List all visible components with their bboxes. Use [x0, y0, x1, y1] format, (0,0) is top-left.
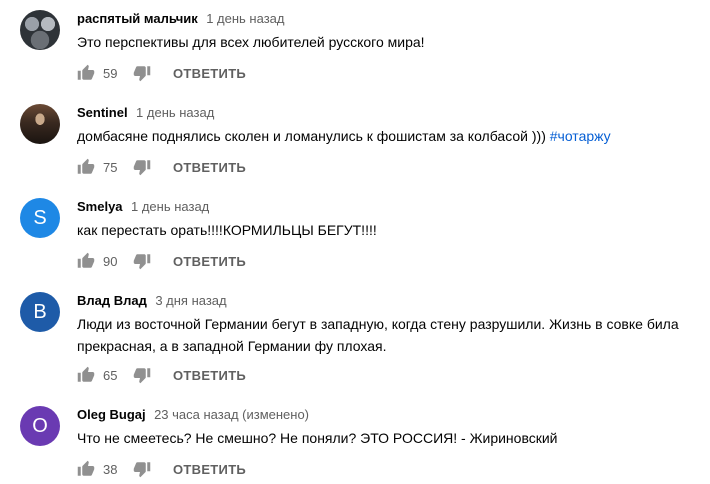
comment-text: как перестать орать!!!!КОРМИЛЬЦЫ БЕГУТ!!… — [77, 222, 377, 238]
comment-body: Oleg Bugaj 23 часа назад (изменено) Что … — [77, 406, 700, 449]
avatar-letter: S — [33, 206, 47, 229]
thumbs-up-icon[interactable] — [77, 460, 95, 478]
avatar[interactable]: S — [20, 198, 60, 238]
author-name[interactable]: распятый мальчик — [77, 11, 198, 26]
avatar-letter: B — [33, 300, 47, 323]
comment-actions: 75 ОТВЕТИТЬ — [77, 155, 246, 179]
author-name[interactable]: Влад Влад — [77, 293, 147, 308]
comment-text-body: домбасяне поднялись сколен и ломанулись … — [77, 128, 550, 144]
thumbs-down-icon[interactable] — [133, 460, 151, 478]
thumbs-up-icon[interactable] — [77, 158, 95, 176]
reply-button[interactable]: ОТВЕТИТЬ — [173, 458, 246, 481]
comment-time[interactable]: 1 день назад — [131, 199, 209, 214]
comment-actions: 38 ОТВЕТИТЬ — [77, 457, 246, 481]
author-name[interactable]: Smelya — [77, 199, 123, 214]
comment-text: Это перспективы для всех любителей русск… — [77, 34, 425, 50]
author-name[interactable]: Sentinel — [77, 105, 128, 120]
comment-time[interactable]: 23 часа назад (изменено) — [154, 407, 309, 422]
like-count: 65 — [103, 367, 118, 383]
comment-header: Влад Влад 3 дня назад — [77, 292, 700, 310]
thumbs-up-icon[interactable] — [77, 64, 95, 82]
reply-button[interactable]: ОТВЕТИТЬ — [173, 364, 246, 387]
comment-text: Что не смеетесь? Не смешно? Не поняли? Э… — [77, 430, 558, 446]
avatar[interactable] — [20, 10, 60, 50]
like-count: 59 — [103, 65, 118, 81]
hashtag-link[interactable]: #чотаржу — [550, 128, 611, 144]
comment-actions: 65 ОТВЕТИТЬ — [77, 363, 246, 387]
comment-header: Oleg Bugaj 23 часа назад (изменено) — [77, 406, 700, 424]
comment-time[interactable]: 3 дня назад — [155, 293, 226, 308]
thumbs-down-icon[interactable] — [133, 252, 151, 270]
comment-text: домбасяне поднялись сколен и ломанулись … — [77, 125, 700, 147]
comment-body: Sentinel 1 день назад домбасяне поднялис… — [77, 104, 700, 147]
like-count: 90 — [103, 253, 118, 269]
thumbs-down-icon[interactable] — [133, 64, 151, 82]
avatar[interactable]: B — [20, 292, 60, 332]
reply-button[interactable]: ОТВЕТИТЬ — [173, 62, 246, 85]
comment-header: распятый мальчик 1 день назад — [77, 10, 700, 28]
like-count: 75 — [103, 159, 118, 175]
avatar[interactable]: O — [20, 406, 60, 446]
reply-button[interactable]: ОТВЕТИТЬ — [173, 156, 246, 179]
comment-actions: 59 ОТВЕТИТЬ — [77, 61, 246, 85]
comment-body: Влад Влад 3 дня назад Люди из восточной … — [77, 292, 700, 357]
thumbs-down-icon[interactable] — [133, 158, 151, 176]
author-name[interactable]: Oleg Bugaj — [77, 407, 146, 422]
like-count: 38 — [103, 461, 118, 477]
comment-header: Sentinel 1 день назад — [77, 104, 700, 122]
reply-button[interactable]: ОТВЕТИТЬ — [173, 250, 246, 273]
comment-actions: 90 ОТВЕТИТЬ — [77, 249, 246, 273]
avatar[interactable] — [20, 104, 60, 144]
thumbs-up-icon[interactable] — [77, 366, 95, 384]
comment-time[interactable]: 1 день назад — [136, 105, 214, 120]
comment-body: Smelya 1 день назад как перестать орать!… — [77, 198, 700, 241]
thumbs-up-icon[interactable] — [77, 252, 95, 270]
comment-body: распятый мальчик 1 день назад Это перспе… — [77, 10, 700, 53]
avatar-letter: O — [32, 414, 48, 437]
thumbs-down-icon[interactable] — [133, 366, 151, 384]
comment-header: Smelya 1 день назад — [77, 198, 700, 216]
comment-text: Люди из восточной Германии бегут в запад… — [77, 316, 679, 354]
comment-time[interactable]: 1 день назад — [206, 11, 284, 26]
